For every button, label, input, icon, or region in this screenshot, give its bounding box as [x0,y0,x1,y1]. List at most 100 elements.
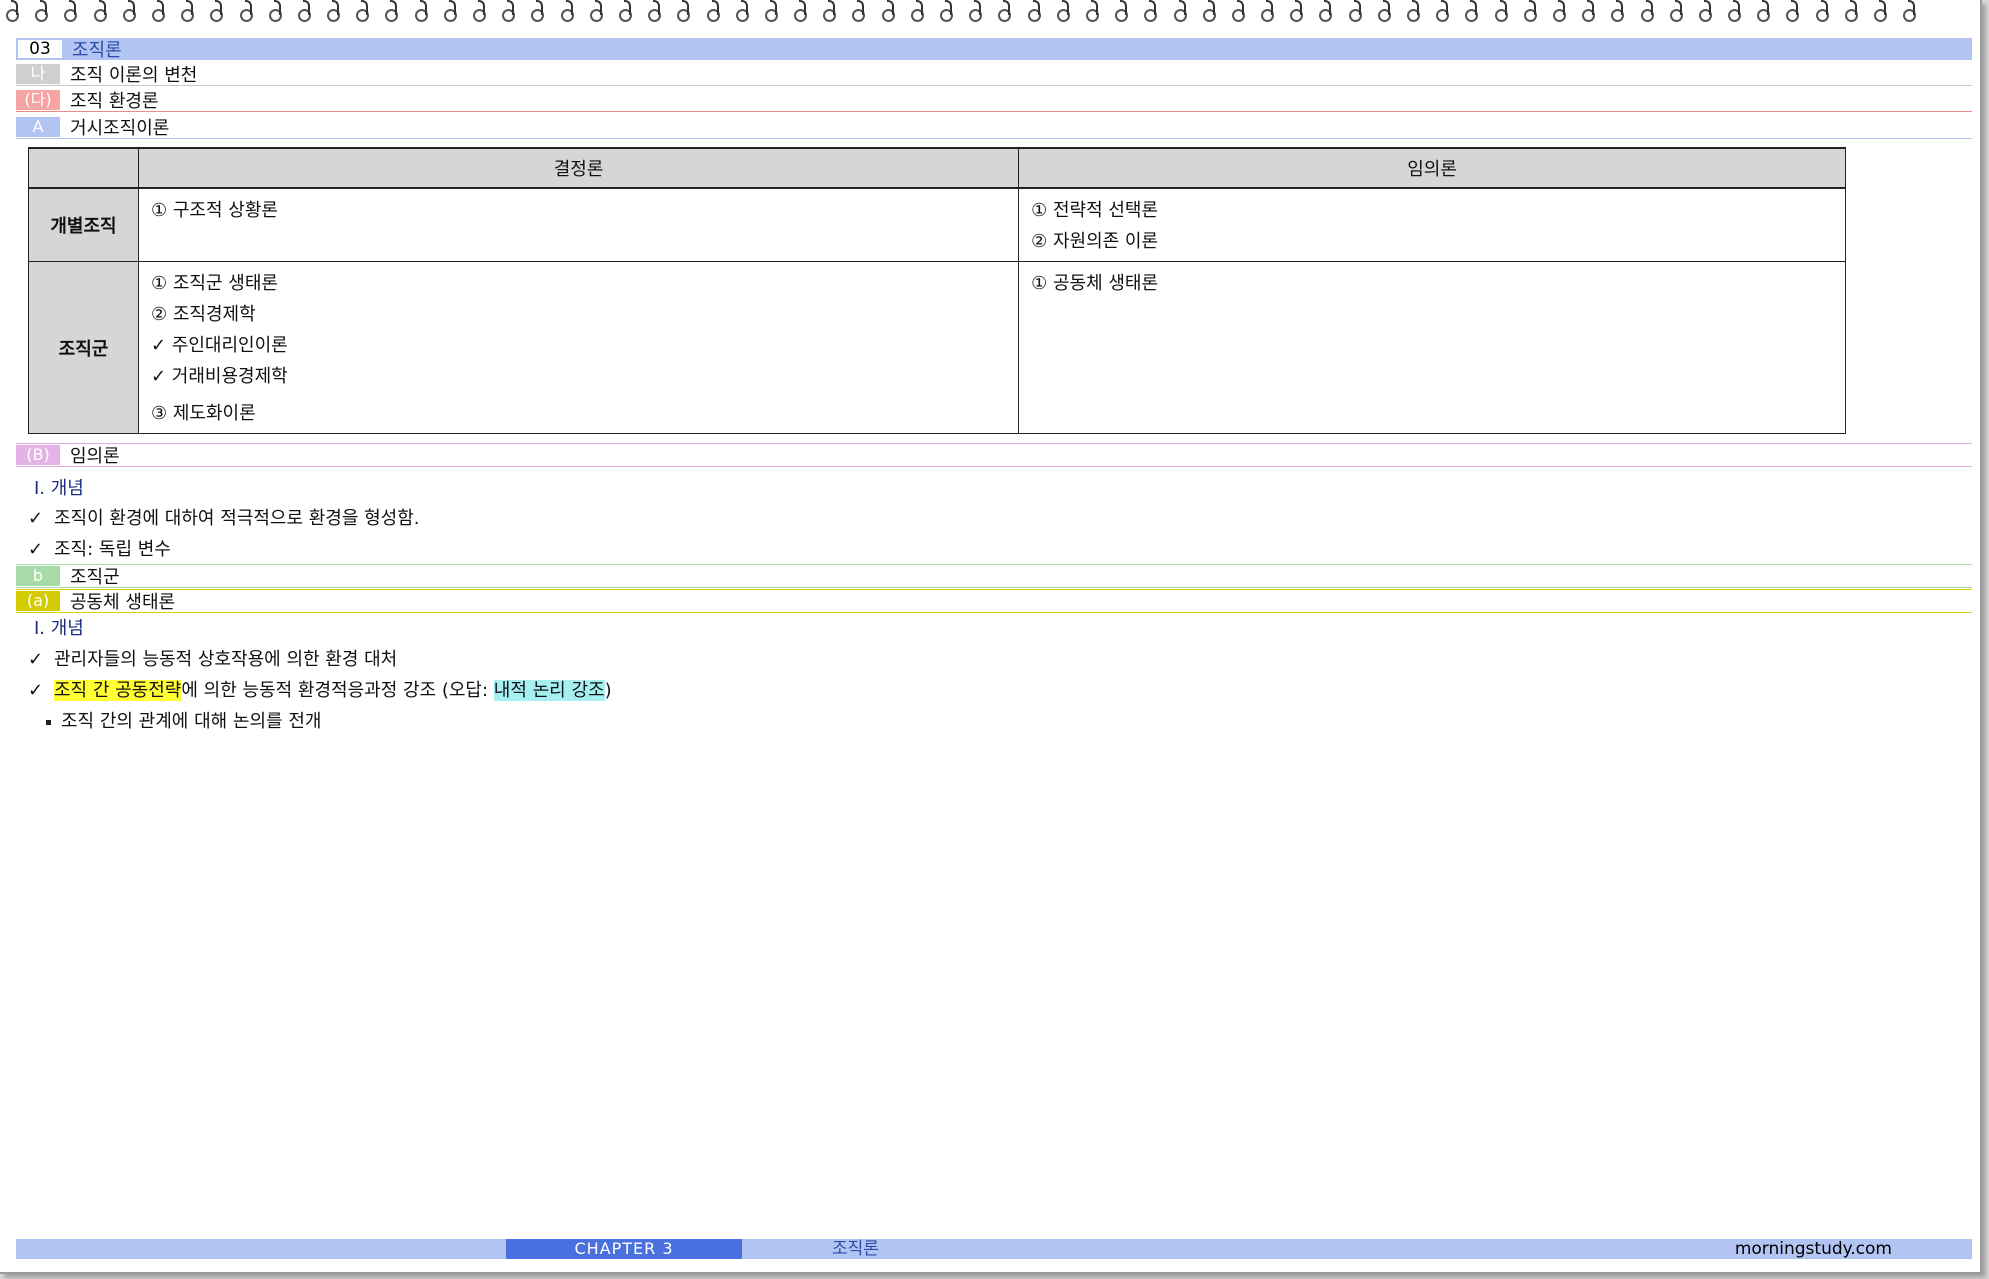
check-text: 조직이 환경에 대하여 적극적으로 환경을 형성함. [54,508,420,529]
spiral-coil-icon [1551,0,1566,22]
page-footer: CHAPTER 3 조직론 morningstudy.com [16,1239,1972,1259]
cell-item: ① 공동체 생태론 [1031,273,1159,294]
spiral-coil-icon [996,0,1012,22]
spiral-coil-icon [150,0,165,22]
spiral-coil-icon [1755,0,1771,22]
footer-site: morningstudy.com [1734,1239,1892,1259]
spiral-coil-icon [1230,0,1245,22]
spiral-coil-icon [1872,0,1887,22]
table-cell: ① 조직군 생태론 ② 조직경제학 ✓ 주인대리인이론 ✓ 거래비용경제학 ③ … [137,261,1020,434]
check-icon: ✓ [28,680,44,701]
spiral-coil-icon [62,0,78,22]
spiral-coil-icon [208,0,224,22]
spiral-coil-icon [1347,0,1362,22]
document-page: 03 조직론 나 조직 이론의 변천 (다) 조직 환경론 A 거시조직이론 결… [0,0,1982,1274]
spiral-coil-icon [1142,0,1158,22]
part-small-a-title: 공동체 생태론 [70,592,176,613]
spiral-coil-icon [471,0,486,22]
spiral-coil-icon [1697,0,1712,22]
spiral-coil-icon [559,0,574,22]
spiral-coil-icon [1288,0,1304,22]
spiral-coil-icon [4,0,19,22]
spiral-coil-icon [267,0,282,22]
spiral-coil-icon [179,0,195,22]
table-corner [28,147,139,189]
concept-heading: Ⅰ. 개념 [34,618,84,639]
spiral-coil-icon [354,0,370,22]
row-header: 조직군 [28,261,139,434]
section-header: 03 조직론 [16,38,1972,61]
check-item: ✓ 조직: 독립 변수 [28,535,171,561]
spiral-coil-icon [1259,0,1275,22]
spiral-coil-icon [1201,0,1216,22]
spiral-coil-icon [588,0,603,22]
spiral-coil-icon [792,0,808,22]
part-small-a-header: (a) 공동체 생태론 [16,589,1972,613]
section-number: 03 [18,40,62,58]
cell-item: ✓ 주인대리인이론 [151,335,288,356]
subsubsection-title: 조직 환경론 [70,91,159,112]
spiral-coil-icon [1901,0,1917,22]
subsubsection-tag: (다) [16,90,60,110]
section-title: 조직론 [72,40,122,61]
table-cell: ① 구조적 상황론 [137,187,1020,262]
spiral-coil-icon [1434,0,1450,22]
spiral-coil-icon [500,0,516,22]
spiral-coil-icon [880,0,895,22]
spiral-coil-icon [1493,0,1508,22]
part-small-a-tag: (a) [16,591,60,611]
spiral-coil-icon [763,0,778,22]
part-a-header: A 거시조직이론 [16,116,1972,139]
concept-heading: Ⅰ. 개념 [34,478,84,499]
spiral-coil-icon [1814,0,1829,22]
spiral-binding [0,0,1984,26]
subsection-title: 조직 이론의 변천 [70,65,198,86]
spiral-coil-icon [1580,0,1596,22]
check-item: ✓ 관리자들의 능동적 상호작용에 의한 환경 대처 [28,645,397,671]
spiral-coil-icon [705,0,720,22]
column-header-voluntarism: 임의론 [1018,147,1846,189]
check-text: 에 의한 능동적 환경적응과정 강조 (오답: [181,680,494,701]
footer-title: 조직론 [832,1239,879,1259]
highlight-text: 조직 간 공동전략 [54,680,182,701]
cell-item: ① 전략적 선택론 [1031,200,1159,221]
square-bullet-icon [46,719,51,725]
spiral-coil-icon [1726,0,1742,22]
spiral-coil-icon [1463,0,1479,22]
spiral-coil-icon [967,0,983,22]
spiral-coil-icon [938,0,953,22]
check-text: 관리자들의 능동적 상호작용에 의한 환경 대처 [54,649,398,670]
part-b-header: (B) 임의론 [16,443,1972,467]
spiral-coil-icon [1639,0,1654,22]
check-icon: ✓ [28,649,44,670]
spiral-coil-icon [734,0,749,22]
table-cell: ① 공동체 생태론 [1018,261,1846,434]
spiral-coil-icon [1609,0,1625,22]
part-small-b-header: b 조직군 [16,564,1972,588]
spiral-coil-icon [850,0,866,22]
spiral-coil-icon [413,0,428,22]
spiral-coil-icon [442,0,457,22]
cell-item: ② 조직경제학 [151,304,256,325]
cell-item: ① 조직군 생태론 [151,273,278,294]
part-b-title: 임의론 [70,446,120,467]
spiral-coil-icon [296,0,311,22]
part-a-tag: A [16,117,60,137]
spiral-coil-icon [1376,0,1391,22]
cell-item: ✓ 거래비용경제학 [151,366,288,387]
spiral-coil-icon [1113,0,1129,22]
table-row: 개별조직 ① 구조적 상황론 ① 전략적 선택론 ② 자원의존 이론 [28,187,1846,262]
bullet-item: 조직 간의 관계에 대해 논의를 전개 [46,707,321,733]
check-text-end: ) [604,680,612,701]
highlight-wrong-answer: 내적 논리 강조 [493,680,605,701]
spiral-coil-icon [383,0,399,22]
spiral-coil-icon [1084,0,1099,22]
table-cell: ① 전략적 선택론 ② 자원의존 이론 [1018,187,1846,262]
cell-item: ③ 제도화이론 [151,403,256,424]
spiral-coil-icon [1026,0,1041,22]
spiral-coil-icon [1405,0,1420,22]
footer-chapter: CHAPTER 3 [506,1239,742,1259]
part-b-tag: (B) [16,445,60,465]
table-row: 조직군 ① 조직군 생태론 ② 조직경제학 ✓ 주인대리인이론 ✓ 거래비용경제… [28,261,1846,434]
subsubsection-header: (다) 조직 환경론 [16,89,1972,112]
